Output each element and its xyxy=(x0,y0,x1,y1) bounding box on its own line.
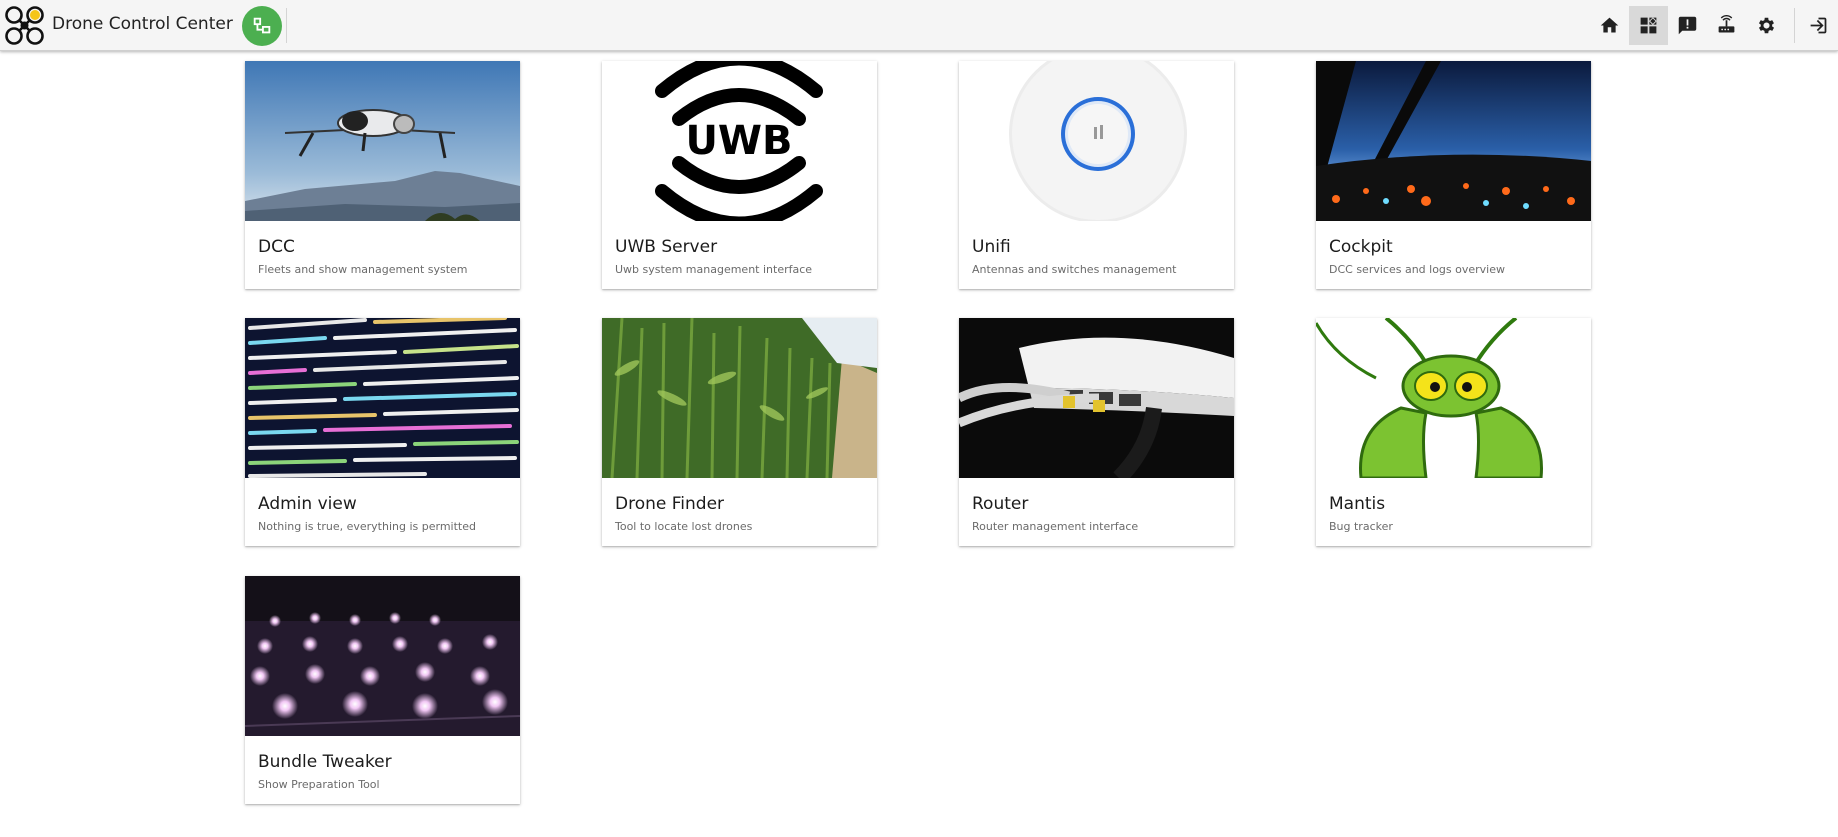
card-subtitle: Tool to locate lost drones xyxy=(615,520,753,533)
card-subtitle: Show Preparation Tool xyxy=(258,778,380,791)
router-icon xyxy=(1718,15,1735,33)
nav-dashboard-button[interactable] xyxy=(1629,6,1668,45)
card-title: UWB Server xyxy=(615,237,718,257)
code-screen-photo xyxy=(245,318,520,478)
home-icon xyxy=(1600,17,1619,33)
drone-swarm-photo xyxy=(245,576,520,736)
card-subtitle: Bug tracker xyxy=(1329,520,1393,533)
network-icon xyxy=(253,17,271,34)
nav-logout-button[interactable] xyxy=(1799,6,1838,45)
router-photo xyxy=(959,318,1234,478)
card-subtitle: Uwb system management interface xyxy=(615,263,813,276)
unifi-access-point xyxy=(959,61,1234,221)
card-title: Router xyxy=(972,494,1029,514)
cornfield-photo xyxy=(602,318,877,478)
nav-router-button[interactable] xyxy=(1707,6,1746,45)
uwb-logo-text: UWB xyxy=(685,118,792,164)
card-title: DCC xyxy=(258,237,295,257)
mantis-logo xyxy=(1316,318,1591,478)
app-card-router[interactable]: Router Router management interface xyxy=(959,318,1234,546)
card-title: Cockpit xyxy=(1329,237,1393,257)
app-card-cockpit[interactable]: Cockpit DCC services and logs overview xyxy=(1316,61,1591,289)
app-card-drone-finder[interactable]: Drone Finder Tool to locate lost drones xyxy=(602,318,877,546)
settings-icon xyxy=(1758,17,1775,34)
network-status-button[interactable] xyxy=(242,6,282,46)
logout-icon xyxy=(1810,17,1827,34)
top-app-bar: Drone Control Center xyxy=(0,0,1838,51)
card-subtitle: Nothing is true, everything is permitted xyxy=(258,520,476,533)
app-card-admin-view[interactable]: Admin view Nothing is true, everything i… xyxy=(245,318,520,546)
app-card-mantis[interactable]: Mantis Bug tracker xyxy=(1316,318,1591,546)
card-title: Drone Finder xyxy=(615,494,725,514)
drone-photo xyxy=(245,61,520,221)
card-subtitle: Router management interface xyxy=(972,520,1139,533)
card-title: Unifi xyxy=(972,237,1011,257)
app-card-dcc[interactable]: DCC Fleets and show management system xyxy=(245,61,520,289)
app-card-bundle-tweaker[interactable]: Bundle Tweaker Show Preparation Tool xyxy=(245,576,520,804)
divider xyxy=(286,8,287,43)
nav-settings-button[interactable] xyxy=(1747,6,1786,45)
app-card-unifi[interactable]: Unifi Antennas and switches management xyxy=(959,61,1234,289)
nav-home-button[interactable] xyxy=(1590,6,1629,45)
cockpit-photo xyxy=(1316,61,1591,221)
app-card-uwb-server[interactable]: UWB UWB Server Uwb system management int… xyxy=(602,61,877,289)
drone-logo-icon[interactable] xyxy=(4,5,45,46)
card-title: Mantis xyxy=(1329,494,1386,514)
card-subtitle: DCC services and logs overview xyxy=(1329,263,1506,276)
uwb-logo: UWB xyxy=(602,61,877,221)
card-title: Admin view xyxy=(258,494,357,514)
card-subtitle: Fleets and show management system xyxy=(258,263,468,276)
dashboard-icon xyxy=(1640,17,1657,34)
feedback-icon xyxy=(1678,16,1697,35)
card-title: Bundle Tweaker xyxy=(258,752,392,772)
nav-feedback-button[interactable] xyxy=(1668,6,1707,45)
divider xyxy=(1794,8,1795,43)
app-title: Drone Control Center xyxy=(52,14,233,34)
card-subtitle: Antennas and switches management xyxy=(972,263,1177,276)
